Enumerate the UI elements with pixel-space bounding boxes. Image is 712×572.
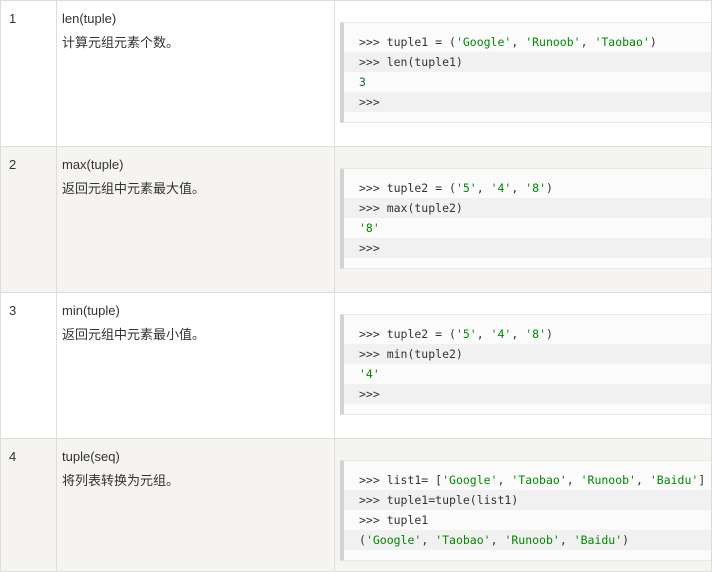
- code-example: >>> list1= ['Google', 'Taobao', 'Runoob'…: [340, 460, 711, 561]
- code-line: '4': [359, 367, 380, 381]
- code-line: >>>: [344, 384, 711, 404]
- table-row: 1 len(tuple) 计算元组元素个数。 >>> tuple1 = ('Go…: [0, 0, 712, 147]
- table-row: 3 min(tuple) 返回元组中元素最小值。 >>> tuple2 = ('…: [0, 292, 712, 439]
- code-line: 3: [359, 75, 366, 89]
- function-description: 返回元组中元素最小值。: [62, 327, 206, 342]
- code-line: >>> tuple1 = ('Google', 'Runoob', 'Taoba…: [359, 35, 657, 49]
- function-description: 将列表转换为元组。: [62, 473, 180, 488]
- table-row: 4 tuple(seq) 将列表转换为元组。 >>> list1= ['Goog…: [0, 438, 712, 572]
- tuple-functions-table: 1 len(tuple) 计算元组元素个数。 >>> tuple1 = ('Go…: [0, 0, 712, 572]
- function-name: tuple(seq): [62, 449, 120, 464]
- code-line: >>> tuple2 = ('5', '4', '8'): [359, 181, 553, 195]
- function-description: 计算元组元素个数。: [62, 35, 180, 50]
- code-example: >>> tuple1 = ('Google', 'Runoob', 'Taoba…: [340, 22, 711, 123]
- code-line: >>> len(tuple1): [344, 52, 711, 72]
- code-example: >>> tuple2 = ('5', '4', '8') >>> max(tupl…: [340, 168, 711, 269]
- code-line: >>>: [344, 92, 711, 112]
- code-line: >>> list1= ['Google', 'Taobao', 'Runoob'…: [359, 473, 706, 487]
- row-number: 2: [0, 146, 57, 293]
- code-line: >>> min(tuple2): [344, 344, 711, 364]
- table-row: 2 max(tuple) 返回元组中元素最大值。 >>> tuple2 = ('…: [0, 146, 712, 293]
- code-line: >>> tuple2 = ('5', '4', '8'): [359, 327, 553, 341]
- function-name: min(tuple): [62, 303, 120, 318]
- row-number: 4: [0, 438, 57, 572]
- row-number: 3: [0, 292, 57, 439]
- code-line: ('Google', 'Taobao', 'Runoob', 'Baidu'): [344, 530, 711, 550]
- code-line: >>> tuple1=tuple(list1): [344, 490, 711, 510]
- function-name: max(tuple): [62, 157, 124, 172]
- code-line: '8': [359, 221, 380, 235]
- code-example: >>> tuple2 = ('5', '4', '8') >>> min(tupl…: [340, 314, 711, 415]
- code-line: >>>: [344, 238, 711, 258]
- function-name: len(tuple): [62, 11, 117, 26]
- code-line: >>> tuple1: [359, 513, 429, 527]
- function-description: 返回元组中元素最大值。: [62, 181, 206, 196]
- row-number: 1: [0, 0, 57, 147]
- code-line: >>> max(tuple2): [344, 198, 711, 218]
